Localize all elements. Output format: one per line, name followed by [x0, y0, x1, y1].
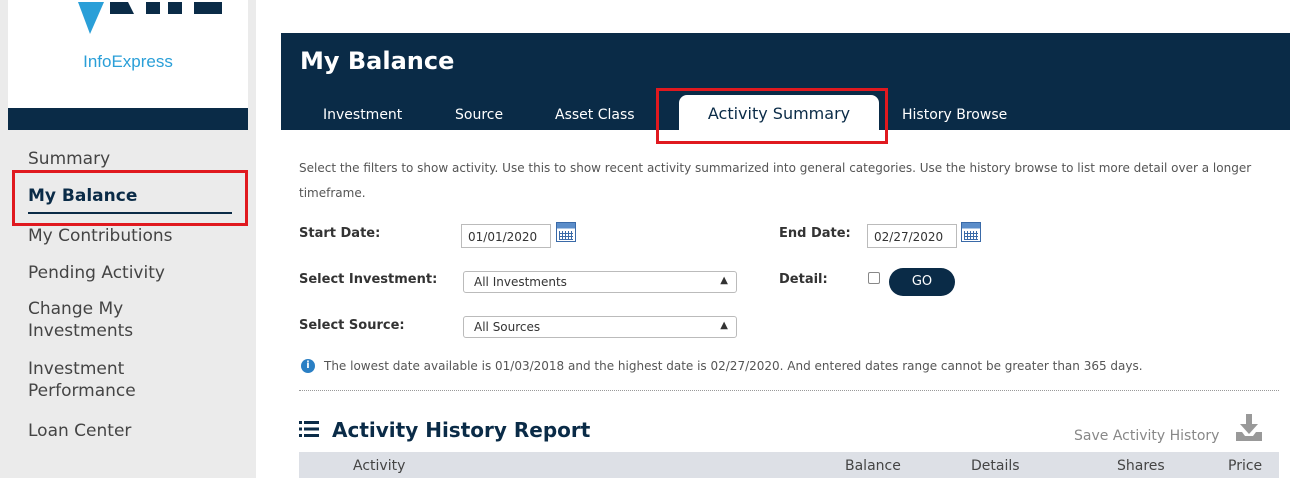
select-source-label: Select Source:	[299, 318, 405, 333]
activity-table-header: Activity Balance Details Shares Price	[299, 452, 1279, 478]
sidebar-item-investment-performance[interactable]: Investment Performance	[0, 358, 136, 402]
sidebar-item-pending-activity[interactable]: Pending Activity	[0, 262, 165, 284]
tab-investment[interactable]: Investment	[323, 107, 402, 123]
start-date-label: Start Date:	[299, 226, 381, 241]
tab-asset-class[interactable]: Asset Class	[555, 107, 635, 123]
list-icon	[299, 421, 319, 437]
column-header-activity[interactable]: Activity	[353, 458, 405, 474]
column-header-shares[interactable]: Shares	[1117, 458, 1165, 474]
logo[interactable]: InfoExpress	[8, 0, 248, 108]
info-icon: i	[301, 359, 315, 373]
column-header-balance[interactable]: Balance	[845, 458, 901, 474]
investment-select-value: All Investments	[474, 275, 567, 289]
start-date-input[interactable]: 01/01/2020	[461, 224, 551, 248]
sidebar-item-change-my-investments[interactable]: Change My Investments	[0, 298, 133, 342]
report-title: Activity History Report	[332, 418, 591, 442]
sidebar-item-my-contributions[interactable]: My Contributions	[0, 225, 173, 247]
date-range-info-text: The lowest date available is 01/03/2018 …	[324, 359, 1143, 373]
save-activity-history-link[interactable]: Save Activity History	[1074, 428, 1219, 444]
page-title: My Balance	[300, 47, 455, 75]
logo-mark-icon	[78, 2, 222, 34]
go-button[interactable]: GO	[889, 268, 955, 296]
source-select[interactable]: All Sources ▲︎	[463, 316, 737, 338]
chevron-updown-icon: ▲︎	[720, 320, 728, 331]
end-date-label: End Date:	[779, 226, 851, 241]
detail-checkbox[interactable]	[868, 272, 880, 284]
chevron-updown-icon: ▲︎	[720, 275, 728, 286]
tab-history-browse[interactable]: History Browse	[902, 107, 1007, 123]
sidebar: InfoExpress Summary My Balance My Contri…	[0, 0, 256, 478]
tab-source[interactable]: Source	[455, 107, 503, 123]
sidebar-item-summary[interactable]: Summary	[0, 148, 110, 170]
logo-bar	[8, 108, 248, 130]
select-investment-label: Select Investment:	[299, 272, 438, 287]
source-select-value: All Sources	[474, 320, 541, 334]
highlight-box-my-balance	[12, 170, 248, 226]
column-header-price[interactable]: Price	[1228, 458, 1262, 474]
filter-description: Select the filters to show activity. Use…	[299, 161, 1252, 200]
end-date-input[interactable]: 02/27/2020	[867, 224, 957, 248]
calendar-icon[interactable]	[961, 222, 981, 242]
investment-select[interactable]: All Investments ▲︎	[463, 271, 737, 293]
logo-text: InfoExpress	[83, 52, 173, 71]
highlight-box-activity-summary	[656, 88, 888, 144]
column-header-details[interactable]: Details	[971, 458, 1020, 474]
download-icon[interactable]	[1234, 414, 1264, 442]
sidebar-item-loan-center[interactable]: Loan Center	[0, 420, 131, 442]
calendar-icon[interactable]	[556, 222, 576, 242]
detail-label: Detail:	[779, 272, 828, 287]
section-divider	[299, 390, 1279, 391]
